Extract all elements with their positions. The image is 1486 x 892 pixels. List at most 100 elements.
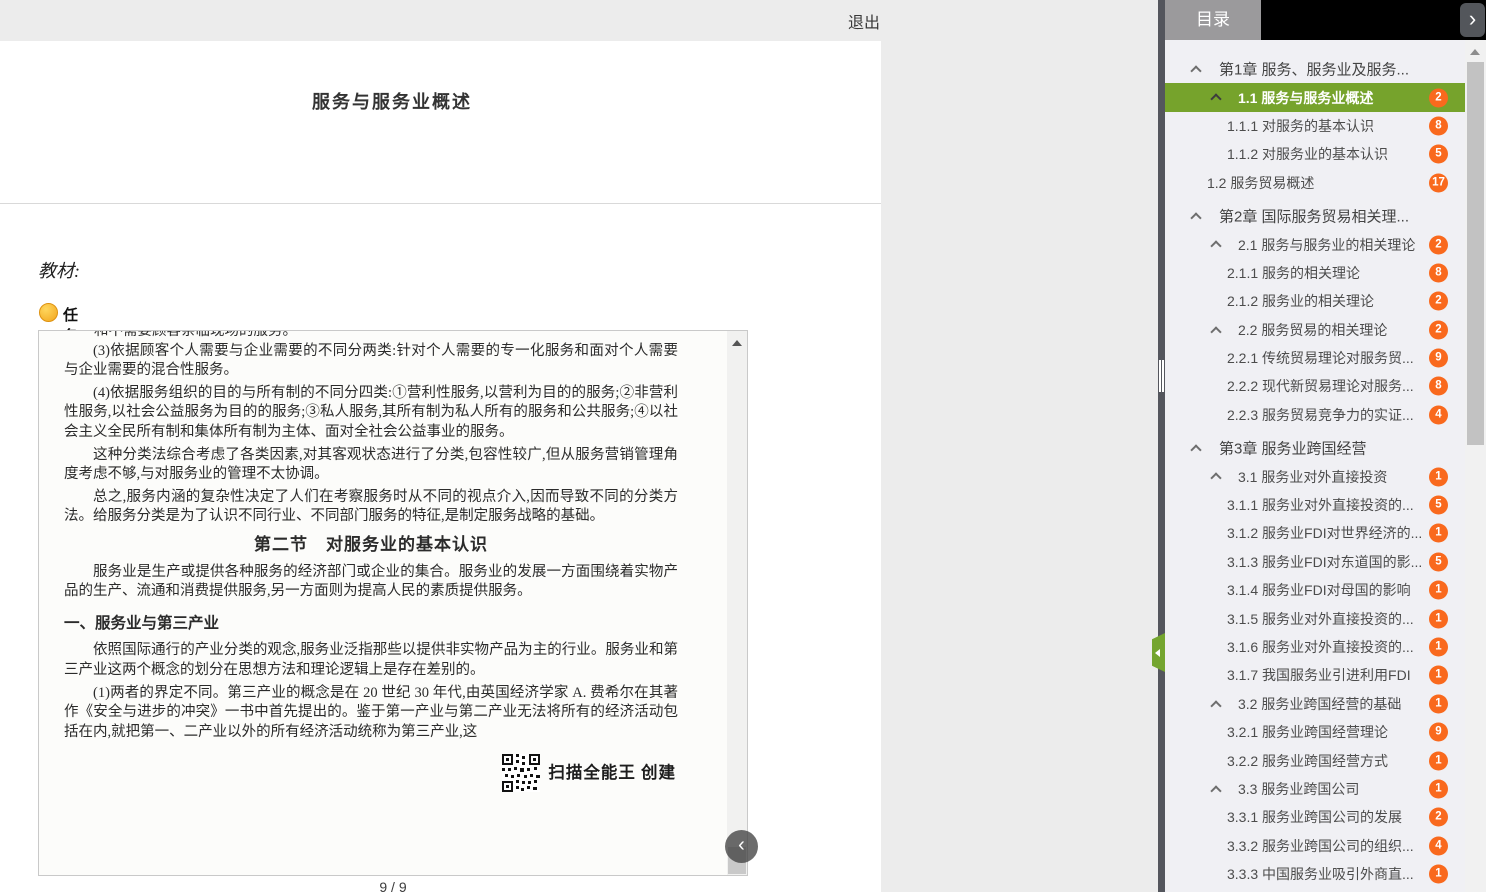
toc-item-3.3.3[interactable]: 3.3.3 中国服务业吸引外商直...1 xyxy=(1165,860,1465,888)
toc-item-label: 3.1.5 服务业对外直接投资的... xyxy=(1227,609,1414,629)
task-count-badge: 1 xyxy=(1429,751,1448,770)
toc-item-label: 2.2 服务贸易的相关理论 xyxy=(1238,320,1387,340)
toc-item-3.1.2[interactable]: 3.1.2 服务业FDI对世界经济的...1 xyxy=(1165,519,1465,547)
toc-item-3.1.6[interactable]: 3.1.6 服务业对外直接投资的... 1 xyxy=(1165,633,1465,661)
top-bar: 退出 xyxy=(0,0,1158,40)
toc-item-label: 第2章 国际服务贸易相关理... xyxy=(1219,206,1409,227)
task-count-badge: 1 xyxy=(1429,581,1448,600)
sidebar-collapse-button[interactable]: › xyxy=(1460,3,1485,37)
chevron-up-icon[interactable] xyxy=(1210,94,1221,105)
toc-item-2.1[interactable]: 2.1 服务与服务业的相关理论2 xyxy=(1165,230,1465,258)
toc-item-3.2[interactable]: 3.2 服务业跨国经营的基础1 xyxy=(1165,690,1465,718)
toc-sidebar: 目录 › 第1章 服务、服务业及服务... 1.1 服务与服务业概述 2 1.1.1 … xyxy=(1165,0,1486,892)
page-indicator: 9 / 9 xyxy=(38,879,748,892)
toc-item-3.1.5[interactable]: 3.1.5 服务业对外直接投资的... 1 xyxy=(1165,604,1465,632)
toc-item-label: 2.2.2 现代新贸易理论对服务... xyxy=(1227,376,1414,396)
task-count-badge: 1 xyxy=(1429,467,1448,486)
toc-item-1.1.1[interactable]: 1.1.1 对服务的基本认识8 xyxy=(1165,112,1465,140)
toc-item-1.1[interactable]: 1.1 服务与服务业概述 2 xyxy=(1165,83,1465,111)
task-count-badge: 1 xyxy=(1429,638,1448,657)
chevron-up-icon[interactable] xyxy=(1190,444,1201,455)
task-count-badge: 5 xyxy=(1429,145,1448,164)
sidebar-header: 目录 › xyxy=(1165,0,1486,40)
split-drag-handle[interactable] xyxy=(1159,360,1164,392)
toc-item-3.3.2[interactable]: 3.3.2 服务业跨国公司的组织... 4 xyxy=(1165,832,1465,860)
chevron-up-icon[interactable] xyxy=(1190,65,1201,76)
viewer-scrollbar[interactable] xyxy=(727,331,747,875)
chevron-up-icon[interactable] xyxy=(1190,212,1201,223)
qr-row: 扫描全能王 创建 xyxy=(64,754,678,792)
toc-item-label: 3.3 服务业跨国公司 xyxy=(1238,779,1359,799)
task-count-badge: 4 xyxy=(1429,405,1448,424)
toc-item-3.1.3[interactable]: 3.1.3 服务业FDI对东道国的影...5 xyxy=(1165,548,1465,576)
chevron-up-icon[interactable] xyxy=(1210,241,1221,252)
chevron-up-icon[interactable] xyxy=(1210,785,1221,796)
sidebar-scroll-up-icon[interactable] xyxy=(1470,49,1480,55)
task-count-badge: 9 xyxy=(1429,349,1448,368)
toc-item-1.2[interactable]: 1.2 服务贸易概述17 xyxy=(1165,169,1465,197)
sidebar-expand-tab[interactable] xyxy=(1152,633,1165,672)
task-count-badge: 1 xyxy=(1429,694,1448,713)
toc-item-3.1.4[interactable]: 3.1.4 服务业FDI对母国的影响 1 xyxy=(1165,576,1465,604)
toc-item-2.2[interactable]: 2.2 服务贸易的相关理论 2 xyxy=(1165,316,1465,344)
tab-catalog[interactable]: 目录 xyxy=(1165,0,1261,40)
toc-item-3.3[interactable]: 3.3 服务业跨国公司1 xyxy=(1165,775,1465,803)
task-count-badge: 2 xyxy=(1429,88,1448,107)
toc-item-label: 3.2.1 服务业跨国经营理论 xyxy=(1227,722,1388,742)
scroll-up-icon[interactable] xyxy=(732,340,742,346)
toc-item-label: 第3章 服务业跨国经营 xyxy=(1219,438,1367,459)
toc-item-3.2.1[interactable]: 3.2.1 服务业跨国经营理论9 xyxy=(1165,718,1465,746)
toc-item-label: 3.3.3 中国服务业吸引外商直... xyxy=(1227,864,1414,884)
task-count-badge: 4 xyxy=(1429,836,1448,855)
chevron-up-icon[interactable] xyxy=(1210,326,1221,337)
task-count-badge: 1 xyxy=(1429,609,1448,628)
task-count-badge: 8 xyxy=(1429,377,1448,396)
toc-item-1.1.2[interactable]: 1.1.2 对服务业的基本认识5 xyxy=(1165,140,1465,168)
page-title: 服务与服务业概述 xyxy=(0,88,784,114)
prev-page-button[interactable]: ‹ xyxy=(725,830,758,863)
toc-item-3.2.2[interactable]: 3.2.2 服务业跨国经营方式1 xyxy=(1165,746,1465,774)
toc-item-label: 1.1 服务与服务业概述 xyxy=(1238,88,1373,108)
toc-item-label: 3.1.6 服务业对外直接投资的... xyxy=(1227,637,1414,657)
task-count-badge: 5 xyxy=(1429,496,1448,515)
qr-code-icon xyxy=(502,754,540,792)
toc-item-2.2.1[interactable]: 2.2.1 传统贸易理论对服务贸...9 xyxy=(1165,344,1465,372)
split-bar xyxy=(1158,0,1165,892)
toc-item-3.1.7[interactable]: 3.1.7 我国服务业引进利用FDI1 xyxy=(1165,661,1465,689)
toc-item-label: 2.1.1 服务的相关理论 xyxy=(1227,263,1360,283)
toc-item-label: 1.2 服务贸易概述 xyxy=(1207,173,1314,193)
toc-item-label: 3.1.7 我国服务业引进利用FDI xyxy=(1227,665,1411,685)
toc-item-label: 3.1.4 服务业FDI对母国的影响 xyxy=(1227,580,1411,600)
qr-caption: 扫描全能王 创建 xyxy=(548,763,676,783)
task-point-icon xyxy=(39,303,58,322)
scan-paragraph: 总之,服务内涵的复杂性决定了人们在考察服务时从不同的视点介入,因而导致不同的分类… xyxy=(64,488,678,527)
toc-item-2.1.1[interactable]: 2.1.1 服务的相关理论8 xyxy=(1165,259,1465,287)
toc-item-2.2.2[interactable]: 2.2.2 现代新贸易理论对服务... 8 xyxy=(1165,372,1465,400)
toc-item-label: 3.3.2 服务业跨国公司的组织... xyxy=(1227,836,1414,856)
toc-item-2.2.3[interactable]: 2.2.3 服务贸易竞争力的实证... 4 xyxy=(1165,401,1465,429)
toc-item-label: 3.3.1 服务业跨国公司的发展 xyxy=(1227,807,1402,827)
document-viewer: 和不需要顾客亲临现场的服务。(3)依据顾客个人需要与企业需要的不同分两类:针对个… xyxy=(38,330,748,876)
title-divider xyxy=(0,203,881,204)
toc-item-第3章[interactable]: 第3章 服务业跨国经营 xyxy=(1165,434,1465,462)
task-count-badge: 2 xyxy=(1429,320,1448,339)
app-root: 退出 服务与服务业概述 教材: 任务点 和不需要顾客亲临现场的服务。(3)依据顾… xyxy=(0,0,1486,892)
toc-item-第1章[interactable]: 第1章 服务、服务业及服务... xyxy=(1165,55,1465,83)
scan-paragraph: (1)两者的界定不同。第三产业的概念是在 20 世纪 30 年代,由英国经济学家… xyxy=(64,684,678,743)
toc-item-2.1.2[interactable]: 2.1.2 服务业的相关理论2 xyxy=(1165,287,1465,315)
sidebar-scrollbar[interactable] xyxy=(1465,40,1486,892)
material-label: 教材: xyxy=(38,257,80,283)
scan-heading: 一、服务业与第三产业 xyxy=(64,614,678,634)
exit-button[interactable]: 退出 xyxy=(848,9,880,33)
sidebar-scrollbar-thumb[interactable] xyxy=(1467,62,1484,445)
toc-item-3.1.1[interactable]: 3.1.1 服务业对外直接投资的...5 xyxy=(1165,491,1465,519)
scanned-page-text: 和不需要顾客亲临现场的服务。(3)依据顾客个人需要与企业需要的不同分两类:针对个… xyxy=(64,331,678,792)
toc-item-label: 2.2.3 服务贸易竞争力的实证... xyxy=(1227,405,1414,425)
chevron-up-icon[interactable] xyxy=(1210,473,1221,484)
toc-item-3.1[interactable]: 3.1 服务业对外直接投资1 xyxy=(1165,462,1465,490)
toc-item-3.3.1[interactable]: 3.3.1 服务业跨国公司的发展2 xyxy=(1165,803,1465,831)
chevron-up-icon[interactable] xyxy=(1210,700,1221,711)
toc-item-第2章[interactable]: 第2章 国际服务贸易相关理... xyxy=(1165,202,1465,230)
task-count-badge: 1 xyxy=(1429,524,1448,543)
toc-item-label: 3.1.3 服务业FDI对东道国的影... xyxy=(1227,552,1422,572)
